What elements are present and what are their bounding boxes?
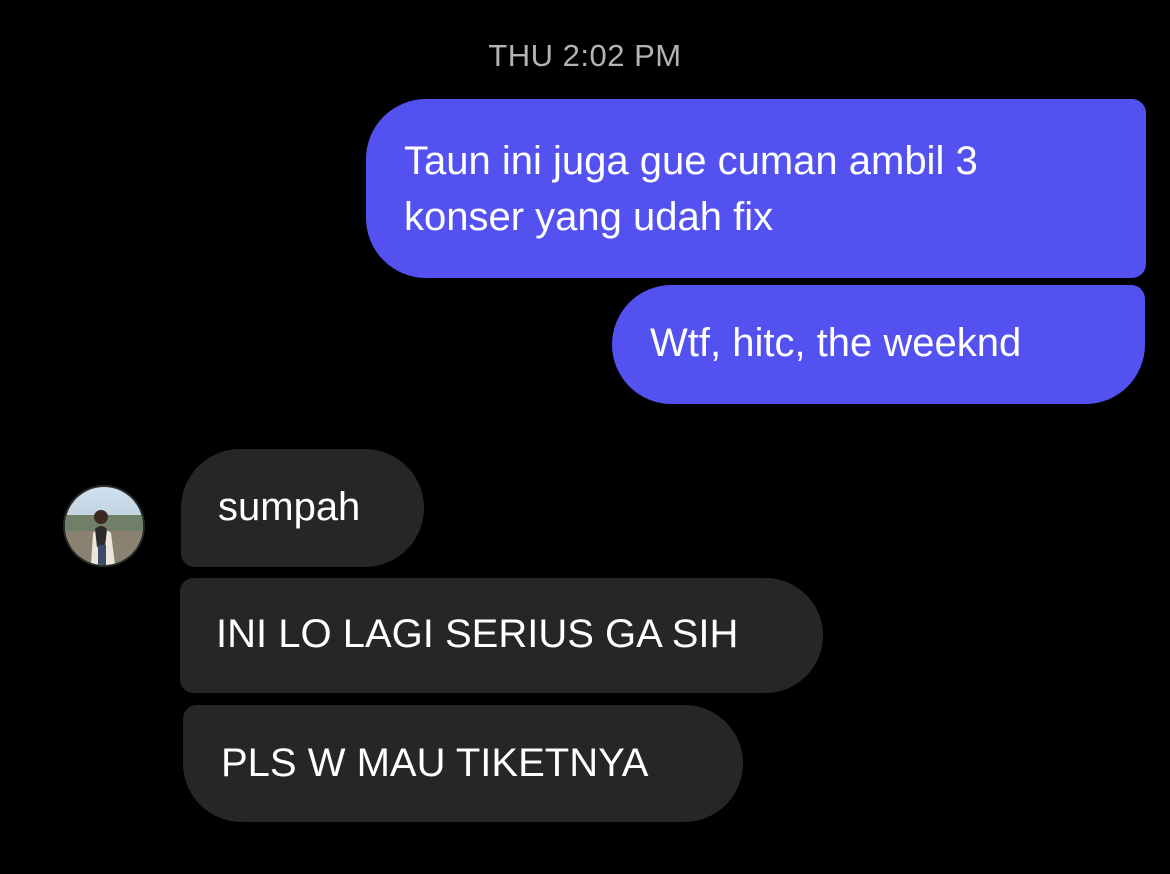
sent-message-bubble[interactable]: Wtf, hitc, the weeknd <box>612 285 1145 404</box>
contact-avatar[interactable] <box>63 485 145 567</box>
received-message-bubble[interactable]: sumpah <box>181 449 424 567</box>
message-text-line: Taun ini juga gue cuman ambil 3 <box>404 139 978 183</box>
message-text: INI LO LAGI SERIUS GA SIH <box>216 612 739 656</box>
message-text-line: konser yang udah fix <box>404 195 774 239</box>
message-text: Wtf, hitc, the weeknd <box>650 321 1022 365</box>
message-text: sumpah <box>218 485 361 529</box>
received-message-bubble[interactable]: INI LO LAGI SERIUS GA SIH <box>180 578 823 693</box>
sent-message-bubble[interactable]: Taun ini juga gue cuman ambil 3 konser y… <box>366 99 1146 278</box>
avatar-photo-icon <box>65 487 143 565</box>
message-text: PLS W MAU TIKETNYA <box>221 741 649 785</box>
message-timestamp: THU 2:02 PM <box>488 38 682 73</box>
received-message-bubble[interactable]: PLS W MAU TIKETNYA <box>183 705 743 822</box>
